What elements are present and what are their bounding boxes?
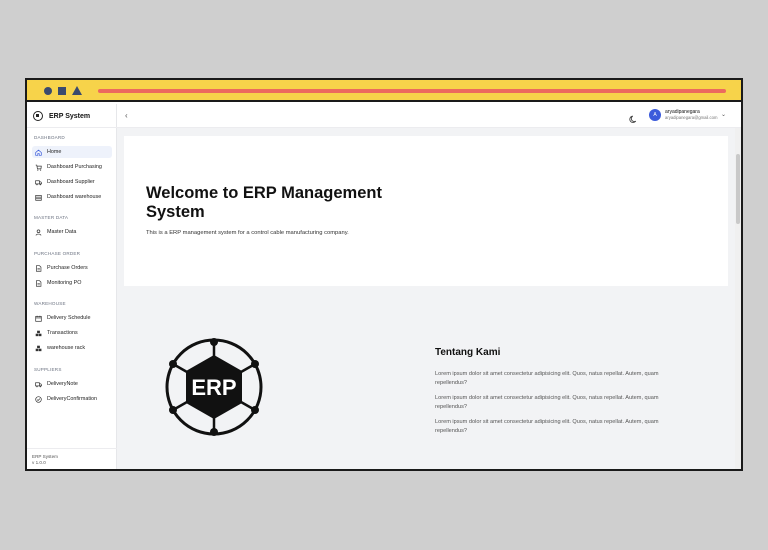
- sidebar-item-delivery-schedule[interactable]: Delivery Schedule: [32, 312, 112, 324]
- address-bar[interactable]: [98, 89, 726, 93]
- section-label-master-data: MASTER DATA: [34, 215, 69, 220]
- browser-window: ERP System DASHBOARD Home Dashboard Purc…: [25, 78, 743, 471]
- sidebar-item-label: Monitoring PO: [47, 280, 82, 286]
- sidebar-item-dashboard-warehouse[interactable]: Dashboard warehouse: [32, 191, 112, 203]
- about-paragraph: Lorem ipsum dolor sit amet consectetur a…: [435, 395, 659, 410]
- sidebar-item-home[interactable]: Home: [32, 146, 112, 158]
- brand-name: ERP System: [49, 112, 91, 120]
- calendar-icon: [35, 315, 42, 322]
- divider: [27, 127, 117, 128]
- cart-icon: [35, 164, 42, 171]
- app-shell: ERP System DASHBOARD Home Dashboard Purc…: [27, 104, 741, 469]
- logo-icon: [33, 111, 43, 121]
- sidebar-item-transactions[interactable]: Transactions: [32, 327, 112, 339]
- section-label-suppliers: SUPPLIERS: [34, 367, 62, 372]
- section-label-purchase-order: PURCHASE ORDER: [34, 251, 81, 256]
- truck-icon: [35, 179, 42, 186]
- boxes-icon: [35, 345, 42, 352]
- document-icon: [35, 264, 42, 272]
- section-label-dashboard: DASHBOARD: [34, 135, 65, 140]
- sidebar: ERP System DASHBOARD Home Dashboard Purc…: [27, 104, 117, 469]
- scrollbar[interactable]: [735, 128, 741, 469]
- sidebar-item-delivery-note[interactable]: DeliveryNote: [32, 378, 112, 390]
- user-icon: [35, 228, 42, 236]
- page-title: Welcome to ERP Management System: [146, 184, 382, 221]
- sidebar-footer: ERP System v 1.0.0: [27, 448, 117, 469]
- about-title: Tentang Kami: [435, 347, 501, 358]
- sidebar-item-label: Transactions: [47, 330, 78, 336]
- sidebar-item-label: warehouse rack: [47, 345, 86, 351]
- home-icon: [35, 149, 42, 156]
- circle-icon: [44, 87, 52, 95]
- sidebar-item-label: DeliveryConfirmation: [47, 396, 98, 402]
- sidebar-item-warehouse-rack[interactable]: warehouse rack: [32, 342, 112, 354]
- hero-card: Welcome to ERP Management System This is…: [124, 136, 728, 286]
- chevron-down-icon[interactable]: ⌄: [721, 111, 726, 118]
- truck-icon: [35, 381, 42, 388]
- sidebar-item-dashboard-supplier[interactable]: Dashboard Supplier: [32, 176, 112, 188]
- sidebar-item-label: Dashboard Purchasing: [47, 164, 102, 170]
- about-paragraph: Lorem ipsum dolor sit amet consectetur a…: [435, 419, 659, 434]
- sidebar-item-delivery-confirmation[interactable]: DeliveryConfirmation: [32, 393, 112, 405]
- warehouse-icon: [35, 194, 42, 201]
- avatar[interactable]: A: [649, 109, 661, 121]
- sidebar-item-label: Dashboard warehouse: [47, 194, 102, 200]
- user-email: aryadipanegara@gmail.com: [665, 115, 718, 120]
- hero-subtitle: This is a ERP management system for a co…: [146, 230, 349, 236]
- brand[interactable]: ERP System: [33, 109, 90, 123]
- erp-logo-graphic: ERP: [165, 338, 263, 436]
- sidebar-item-dashboard-purchasing[interactable]: Dashboard Purchasing: [32, 161, 112, 173]
- sidebar-item-monitoring-po[interactable]: Monitoring PO: [32, 277, 112, 289]
- footer-version: v 1.0.0: [32, 460, 46, 465]
- sidebar-item-label: Master Data: [47, 229, 77, 235]
- about-paragraph: Lorem ipsum dolor sit amet consectetur a…: [435, 371, 659, 386]
- section-label-warehouse: WAREHOUSE: [34, 301, 66, 306]
- browser-toolbar: [27, 80, 741, 102]
- sidebar-item-label: Home: [47, 149, 62, 155]
- document-icon: [35, 279, 42, 287]
- sidebar-item-master-data[interactable]: Master Data: [32, 226, 112, 238]
- moon-icon[interactable]: [629, 111, 638, 123]
- check-circle-icon: [35, 395, 42, 403]
- boxes-icon: [35, 330, 42, 337]
- sidebar-item-label: Purchase Orders: [47, 265, 88, 271]
- topbar: ‹ A aryadipanegara aryadipanegara@gmail.…: [117, 104, 741, 128]
- sidebar-item-label: Dashboard Supplier: [47, 179, 95, 185]
- sidebar-item-purchase-orders[interactable]: Purchase Orders: [32, 262, 112, 274]
- sidebar-item-label: DeliveryNote: [47, 381, 78, 387]
- erp-logo-text: ERP: [191, 375, 236, 400]
- sidebar-item-label: Delivery Schedule: [47, 315, 91, 321]
- scrollbar-thumb[interactable]: [736, 154, 740, 224]
- triangle-icon: [72, 86, 82, 95]
- collapse-sidebar-button[interactable]: ‹: [125, 111, 128, 120]
- square-icon: [58, 87, 66, 95]
